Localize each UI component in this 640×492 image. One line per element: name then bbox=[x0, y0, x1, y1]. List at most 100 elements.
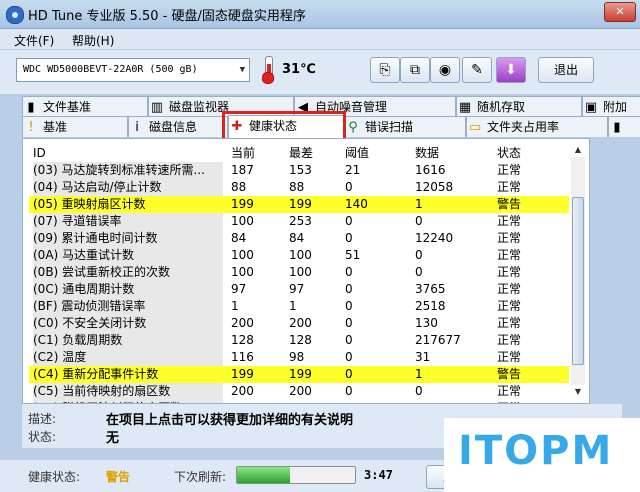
tab-extra[interactable]: ▣ 附加 bbox=[582, 96, 640, 117]
window-title: HD Tune 专业版 5.50 - 硬盘/固态硬盘实用程序 bbox=[28, 9, 306, 24]
table-header: ID 当前 最差 阈值 数据 状态 bbox=[29, 145, 569, 162]
bar-chart-icon: ▥ bbox=[150, 100, 164, 115]
scroll-down-icon[interactable]: ▼ bbox=[571, 385, 585, 399]
cell-thr: 0 bbox=[345, 384, 353, 398]
description-label: 描述: bbox=[28, 412, 57, 426]
cell-thr: 0 bbox=[345, 282, 353, 296]
table-row[interactable]: (C5) 当前待映射的扇区数 200 200 0 0 正常 bbox=[29, 383, 569, 400]
drive-select[interactable]: WDC WD5000BEVT-22A0R (500 gB) ▼ bbox=[16, 58, 250, 82]
cell-data: 12240 bbox=[415, 231, 454, 245]
cell-id: (C0) 不安全关闭计数 bbox=[33, 315, 223, 332]
menu-help[interactable]: 帮助(H) bbox=[72, 32, 114, 49]
table-row[interactable]: (C0) 不安全关闭计数 200 200 0 130 正常 bbox=[29, 315, 569, 332]
health-panel: ID 当前 最差 阈值 数据 状态 (03) 马达旋转到标准转速所需... 187… bbox=[22, 138, 590, 404]
cell-id: (04) 马达启动/停止计数 bbox=[33, 179, 223, 196]
cell-status: 正常 bbox=[497, 231, 522, 245]
table-row[interactable]: (0C) 通电周期计数 97 97 0 3765 正常 bbox=[29, 281, 569, 298]
cell-worst: 1 bbox=[289, 299, 297, 313]
cell-data: 3765 bbox=[415, 282, 446, 296]
tab-erase[interactable]: ▮ bbox=[608, 116, 640, 137]
cell-worst: 199 bbox=[289, 197, 312, 211]
toolbar: WDC WD5000BEVT-22A0R (500 gB) ▼ 31℃ ⎘ ⧉ … bbox=[0, 50, 640, 95]
cell-worst: 100 bbox=[289, 265, 312, 279]
smart-table: ID 当前 最差 阈值 数据 状态 (03) 马达旋转到标准转速所需... 187… bbox=[29, 145, 569, 403]
close-button[interactable]: ✕ bbox=[604, 2, 636, 22]
col-data[interactable]: 数据 bbox=[415, 145, 485, 162]
cell-thr: 140 bbox=[345, 197, 368, 211]
chevron-down-icon: ▼ bbox=[239, 65, 245, 75]
col-id[interactable]: ID bbox=[33, 145, 223, 162]
camera-icon[interactable]: ◉ bbox=[430, 57, 460, 83]
cell-cur: 100 bbox=[231, 265, 254, 279]
cell-status: 正常 bbox=[497, 350, 522, 364]
cell-data: 130 bbox=[415, 316, 438, 330]
copy-icon[interactable]: ⎘ bbox=[370, 57, 400, 83]
table-row[interactable]: (04) 马达启动/停止计数 88 88 0 12058 正常 bbox=[29, 179, 569, 196]
cell-id: (07) 寻道错误率 bbox=[33, 213, 223, 230]
tab-disk-info[interactable]: i 磁盘信息 bbox=[128, 116, 228, 137]
scroll-up-icon[interactable]: ▲ bbox=[571, 143, 585, 157]
cell-data: 2518 bbox=[415, 299, 446, 313]
save-icon[interactable]: ⬇ bbox=[496, 57, 526, 83]
cell-cur: 100 bbox=[231, 214, 254, 228]
table-row[interactable]: (03) 马达旋转到标准转速所需... 187 153 21 1616 正常 bbox=[29, 162, 569, 179]
random-icon: ▦ bbox=[458, 100, 472, 115]
tab-file-benchmark[interactable]: ▮ 文件基准 bbox=[22, 96, 148, 117]
cell-data: 31 bbox=[415, 350, 431, 364]
description-value: 在项目上点击可以获得更加详细的有关说明 bbox=[106, 413, 354, 428]
col-current[interactable]: 当前 bbox=[231, 145, 281, 162]
title-bar: HD Tune 专业版 5.50 - 硬盘/固态硬盘实用程序 ✕ bbox=[0, 0, 640, 29]
tab-benchmark[interactable]: ! 基准 bbox=[22, 116, 128, 137]
cell-status: 正常 bbox=[497, 384, 522, 398]
cell-status: 正常 bbox=[497, 214, 522, 228]
cell-status: 警告 bbox=[497, 367, 522, 381]
col-threshold[interactable]: 阈值 bbox=[345, 145, 405, 162]
table-row[interactable]: (0A) 马达重试计数 100 100 51 0 正常 bbox=[29, 247, 569, 264]
cell-cur: 200 bbox=[231, 384, 254, 398]
cell-status: 正常 bbox=[497, 248, 522, 262]
cell-id: (C5) 当前待映射的扇区数 bbox=[33, 383, 223, 400]
trash-icon: ▮ bbox=[613, 120, 621, 135]
drive-select-value: WDC WD5000BEVT-22A0R (500 gB) bbox=[23, 64, 198, 75]
cell-worst: 128 bbox=[289, 333, 312, 347]
wrench-icon[interactable]: ✎ bbox=[462, 57, 492, 83]
temperature-value: 31℃ bbox=[282, 62, 316, 77]
scroll-thumb[interactable] bbox=[572, 197, 584, 365]
cell-status: 正常 bbox=[497, 299, 522, 313]
health-status-label: 健康状态: bbox=[28, 470, 81, 484]
copy-all-icon[interactable]: ⧉ bbox=[400, 57, 430, 83]
exit-button[interactable]: 退出 bbox=[538, 57, 594, 83]
watermark-logo: ITOPM bbox=[444, 418, 640, 492]
cell-cur: 200 bbox=[231, 316, 254, 330]
state-label: 状态: bbox=[28, 430, 57, 444]
cell-data: 0 bbox=[415, 248, 423, 262]
table-row[interactable]: (C4) 重新分配事件计数 199 199 0 1 警告 bbox=[29, 366, 569, 383]
tab-folder-usage[interactable]: ▭ 文件夹占用率 bbox=[466, 116, 608, 137]
cell-id: (0B) 尝试重新校正的次数 bbox=[33, 264, 223, 281]
cell-id: (03) 马达旋转到标准转速所需... bbox=[33, 162, 223, 179]
table-row[interactable]: (0B) 尝试重新校正的次数 100 100 0 0 正常 bbox=[29, 264, 569, 281]
cell-status: 正常 bbox=[497, 265, 522, 279]
col-worst[interactable]: 最差 bbox=[289, 145, 339, 162]
table-row[interactable]: (07) 寻道错误率 100 253 0 0 正常 bbox=[29, 213, 569, 230]
table-row[interactable]: (BF) 震动侦测错误率 1 1 0 2518 正常 bbox=[29, 298, 569, 315]
col-status[interactable]: 状态 bbox=[497, 145, 557, 162]
cell-status: 正常 bbox=[497, 163, 522, 177]
table-scrollbar[interactable]: ▲ ▼ bbox=[571, 143, 585, 399]
table-row[interactable]: (05) 重映射扇区计数 199 199 140 1 警告 bbox=[29, 196, 569, 213]
cell-worst: 84 bbox=[289, 231, 305, 245]
info-icon: i bbox=[135, 120, 139, 135]
tab-random-access[interactable]: ▦ 随机存取 bbox=[456, 96, 582, 117]
benchmark-icon: ! bbox=[28, 120, 34, 135]
cell-id: (BF) 震动侦测错误率 bbox=[33, 298, 223, 315]
table-row[interactable]: (C1) 负载周期数 128 128 0 217677 正常 bbox=[29, 332, 569, 349]
tab-error-scan[interactable]: ⚲ 错误扫描 bbox=[344, 116, 466, 137]
cell-id: (C4) 重新分配事件计数 bbox=[33, 366, 223, 383]
table-row[interactable]: (C2) 温度 116 98 0 31 正常 bbox=[29, 349, 569, 366]
cell-data: 0 bbox=[415, 384, 423, 398]
health-status-value: 警告 bbox=[106, 470, 131, 484]
table-row[interactable]: (09) 累计通电时间计数 84 84 0 12240 正常 bbox=[29, 230, 569, 247]
cell-data: 1616 bbox=[415, 163, 446, 177]
cell-worst: 100 bbox=[289, 248, 312, 262]
menu-file[interactable]: 文件(F) bbox=[14, 32, 54, 49]
